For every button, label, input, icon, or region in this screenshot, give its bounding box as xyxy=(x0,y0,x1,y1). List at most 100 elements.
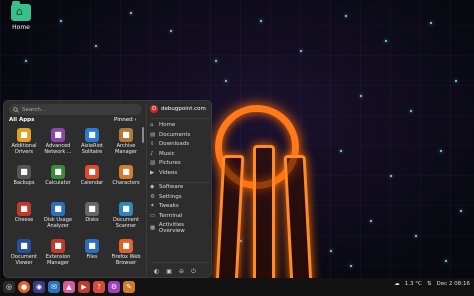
lock-icon[interactable]: ▣ xyxy=(166,268,172,276)
app-label: Disk Usage Analyzer xyxy=(44,217,72,229)
places-label: Music xyxy=(159,150,175,157)
app-item[interactable]: ■ Archive Manager xyxy=(109,128,143,155)
app-item[interactable]: ■ Calculator xyxy=(41,165,75,187)
hibernate-icon[interactable]: ◐ xyxy=(154,268,159,276)
system-item[interactable]: ◆ Software xyxy=(150,184,183,190)
software-icon[interactable]: ▲ xyxy=(63,281,75,293)
help-icon[interactable]: ? xyxy=(93,281,105,293)
desktop-home-label: Home xyxy=(12,24,30,31)
extension-icon: ■ xyxy=(51,239,65,253)
cards-icon: ■ xyxy=(85,128,99,142)
places-label: Videos xyxy=(159,170,178,176)
system-tray[interactable]: ☁ 1.3 °C ⇅ Dec 2 08:16 xyxy=(394,281,470,287)
app-item[interactable]: ■ AisleRiot Solitaire xyxy=(75,128,109,155)
documents-icon: ▤ xyxy=(150,131,156,138)
wallpaper-ubuntu-logo xyxy=(205,95,325,285)
app-item[interactable]: ■ Disk Usage Analyzer xyxy=(41,202,75,229)
app-label: Characters xyxy=(112,180,140,186)
app-item[interactable]: ■ Document Viewer xyxy=(7,239,41,266)
archive-icon: ■ xyxy=(119,128,133,142)
places-label: Pictures xyxy=(159,160,181,167)
app-item[interactable]: ■ Cheese xyxy=(7,202,41,224)
app-item[interactable]: ■ Additional Drivers xyxy=(7,128,41,155)
app-label: Calendar xyxy=(80,180,104,186)
system-label: Terminal xyxy=(159,212,183,219)
power-icon[interactable]: ⏻ xyxy=(191,268,196,276)
search-icon xyxy=(13,106,19,113)
app-item[interactable]: ■ Characters xyxy=(109,165,143,187)
divider xyxy=(150,262,210,263)
system-item[interactable]: ▦ Activities Overview xyxy=(150,222,211,234)
app-item[interactable]: ■ Calendar xyxy=(75,165,109,187)
pinned-button[interactable]: Pinned › xyxy=(114,117,137,123)
system-item[interactable]: ▭ Terminal xyxy=(150,213,182,219)
firefox-icon: ■ xyxy=(119,239,133,253)
text-editor-icon[interactable]: ✎ xyxy=(123,281,135,293)
app-label: Advanced Network ... xyxy=(44,143,72,155)
app-item[interactable]: ■ Firefox Web Browser xyxy=(109,239,143,266)
app-item[interactable]: ■ Backups xyxy=(7,165,41,187)
app-label: Files xyxy=(86,254,98,260)
home-icon: ⌂ xyxy=(150,122,154,128)
viewer-icon: ■ xyxy=(17,239,31,253)
search-input[interactable]: Search... xyxy=(9,104,142,115)
media-icon[interactable]: ▶ xyxy=(78,281,90,293)
app-label: Extension Manager xyxy=(45,254,71,266)
scanner-icon: ■ xyxy=(119,202,133,216)
app-item[interactable]: ■ Disks xyxy=(75,202,109,224)
app-label: Document Scanner xyxy=(113,217,139,229)
network-icon: ⇅ xyxy=(426,281,432,287)
ubuntu-logo-icon[interactable]: ◎ xyxy=(3,281,15,293)
system-label: Tweaks xyxy=(159,203,179,210)
home-folder-icon xyxy=(11,1,31,21)
videos-icon: ▶ xyxy=(150,170,155,176)
places-item[interactable]: ▤ Documents xyxy=(150,132,190,138)
user-name: debugpoint.com xyxy=(161,106,206,112)
places-label: Documents xyxy=(159,131,191,138)
system-item[interactable]: ✦ Tweaks xyxy=(150,203,179,209)
user-account[interactable]: D debugpoint.com xyxy=(150,105,206,113)
tor-icon[interactable]: ◉ xyxy=(33,281,45,293)
app-item[interactable]: ■ Files xyxy=(75,239,109,261)
menu-divider xyxy=(146,104,147,276)
places-item[interactable]: ⇩ Downloads xyxy=(150,141,189,147)
app-item[interactable]: ■ Extension Manager xyxy=(41,239,75,266)
places-item[interactable]: ♪ Music xyxy=(150,151,175,157)
places-label: Downloads xyxy=(159,141,190,148)
system-label: Software xyxy=(159,184,184,190)
cheese-icon: ■ xyxy=(17,202,31,216)
places-item[interactable]: ▶ Videos xyxy=(150,170,177,176)
desktop-home-folder[interactable]: Home xyxy=(8,1,34,31)
temperature: 1.3 °C xyxy=(404,281,422,287)
divider xyxy=(150,182,210,183)
pictures-icon: ▨ xyxy=(150,160,156,167)
thunderbird-icon[interactable]: ✉ xyxy=(48,281,60,293)
pinned-label: Pinned xyxy=(114,117,133,123)
divider xyxy=(150,118,210,119)
app-menu: Search... All Apps Pinned › ■ Additional … xyxy=(3,100,212,278)
app-label: Backups xyxy=(13,180,35,186)
app-label: Cheese xyxy=(14,217,34,223)
places-item[interactable]: ▨ Pictures xyxy=(150,160,181,166)
firefox-icon[interactable]: ● xyxy=(18,281,30,293)
activities-icon: ▦ xyxy=(150,225,156,232)
terminal-icon: ▭ xyxy=(150,212,156,219)
app-label: Archive Manager xyxy=(115,143,137,155)
software-icon: ◆ xyxy=(150,184,155,190)
system-label: Activities Overview xyxy=(158,222,185,235)
app-item[interactable]: ■ Document Scanner xyxy=(109,202,143,229)
avatar: D xyxy=(150,105,158,113)
calendar-icon: ■ xyxy=(85,165,99,179)
settings-app-icon[interactable]: ⚙ xyxy=(108,281,120,293)
logout-icon[interactable]: ⊖ xyxy=(179,268,184,276)
chevron-right-icon: › xyxy=(134,117,137,123)
app-item[interactable]: ■ Advanced Network ... xyxy=(41,128,75,155)
files-icon: ■ xyxy=(85,239,99,253)
system-item[interactable]: ⚙ Settings xyxy=(150,194,182,200)
app-label: Document Viewer xyxy=(11,254,37,266)
downloads-icon: ⇩ xyxy=(150,141,155,148)
settings-icon: ⚙ xyxy=(150,193,155,200)
characters-icon: ■ xyxy=(119,165,133,179)
places-item[interactable]: ⌂ Home xyxy=(150,122,175,128)
places-label: Home xyxy=(159,122,176,128)
